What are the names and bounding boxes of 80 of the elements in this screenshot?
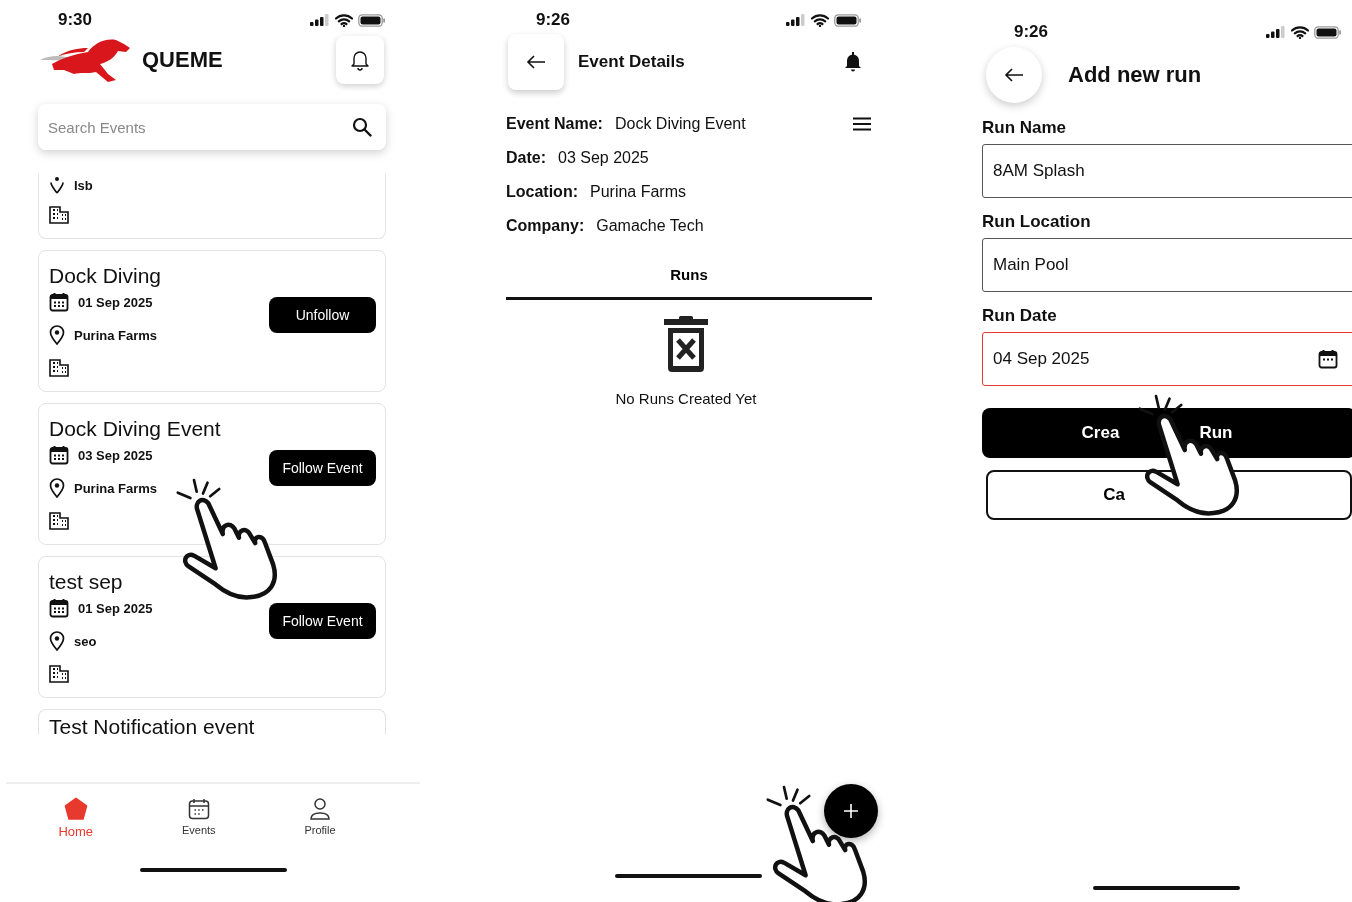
- signal-icon: [1266, 26, 1286, 38]
- create-run-button[interactable]: Crea Run: [982, 408, 1352, 458]
- calendar-icon: [186, 797, 211, 821]
- event-date: 01 Sep 2025: [78, 600, 153, 616]
- event-title: Dock Diving Event: [49, 416, 222, 442]
- field-label: Company:: [506, 217, 585, 235]
- menu-icon[interactable]: [852, 117, 872, 131]
- search-icon: [352, 117, 372, 137]
- field-label: Date:: [506, 149, 546, 167]
- plus-icon: [844, 804, 858, 818]
- calendar-icon[interactable]: [1318, 349, 1338, 369]
- event-location: Purina Farms: [74, 480, 158, 496]
- notification-button[interactable]: [336, 36, 384, 84]
- calendar-icon: [49, 598, 69, 618]
- location-pin-icon: [49, 478, 65, 498]
- battery-icon: [1314, 25, 1342, 39]
- field-value: 03 Sep 2025: [558, 149, 650, 167]
- event-title: test sep: [49, 569, 124, 595]
- bell-icon: [350, 49, 370, 71]
- event-card[interactable]: Dock Diving 01 Sep 2025 Purina Farms Unfollow: [38, 250, 386, 392]
- field-label: Event Name:: [506, 115, 603, 133]
- screen-title: Add new run: [1068, 62, 1202, 88]
- follow-button[interactable]: Follow Event: [269, 603, 376, 639]
- event-date: 01 Sep 2025: [78, 294, 153, 310]
- person-icon: [308, 797, 332, 821]
- date-field[interactable]: 04 Sep 2025: [982, 332, 1352, 386]
- back-arrow-icon: [1004, 68, 1024, 82]
- back-arrow-icon: [526, 55, 546, 69]
- screen-title: Event Details: [578, 52, 686, 72]
- wifi-icon: [1291, 25, 1309, 39]
- event-location: Isb: [74, 177, 93, 193]
- nav-tab[interactable]: Home: [52, 796, 100, 840]
- field-label: Run Date: [982, 306, 1058, 326]
- nav-tab[interactable]: Events: [175, 796, 222, 840]
- wifi-icon: [811, 13, 829, 27]
- search-field[interactable]: Search Events: [38, 104, 386, 150]
- calendar-icon: [49, 292, 69, 312]
- follow-button[interactable]: Follow Event: [269, 450, 376, 486]
- signal-icon: [786, 14, 806, 26]
- battery-icon: [834, 13, 862, 27]
- location-pin-icon: [49, 325, 65, 345]
- app-name: QUEME: [142, 47, 224, 73]
- event-date: 03 Sep 2025: [78, 447, 153, 463]
- building-icon: [49, 512, 69, 530]
- wifi-icon: [335, 13, 353, 27]
- bell-icon[interactable]: [844, 52, 862, 72]
- battery-icon: [358, 13, 386, 27]
- field-label: Run Name: [982, 118, 1068, 138]
- text-field[interactable]: Main Pool: [982, 238, 1352, 292]
- calendar-icon: [49, 445, 69, 465]
- event-location: seo: [74, 633, 97, 649]
- status-time: 9:26: [536, 10, 571, 30]
- field-label: Run Location: [982, 212, 1092, 232]
- event-card[interactable]: Test Notification event: [38, 709, 386, 734]
- event-card[interactable]: Isb: [38, 174, 386, 239]
- signal-icon: [310, 14, 330, 26]
- empty-message: No Runs Created Yet: [615, 390, 757, 407]
- back-button[interactable]: [986, 47, 1042, 103]
- status-time: 9:26: [1014, 22, 1049, 42]
- add-button[interactable]: [824, 784, 878, 838]
- text-field[interactable]: 8AM Splash: [982, 144, 1352, 198]
- status-time: 9:30: [58, 10, 93, 30]
- field-value: Purina Farms: [590, 183, 688, 201]
- building-icon: [49, 665, 69, 683]
- event-location: Purina Farms: [74, 327, 158, 343]
- building-icon: [49, 359, 69, 377]
- nav-tab[interactable]: Profile: [298, 796, 342, 840]
- home-icon: [63, 797, 88, 821]
- runs-tab[interactable]: Runs: [506, 260, 872, 300]
- event-title: Test Notification event: [49, 714, 256, 734]
- field-value: Gamache Tech: [596, 217, 705, 235]
- follow-button[interactable]: Unfollow: [269, 297, 376, 333]
- field-label: Location:: [506, 183, 578, 201]
- trash-x-icon: [664, 316, 708, 372]
- back-button[interactable]: [508, 34, 564, 90]
- event-title: Dock Diving: [49, 263, 163, 289]
- building-icon: [49, 206, 69, 224]
- location-pin-icon: [49, 176, 65, 194]
- field-value: Dock Diving Event: [614, 115, 747, 133]
- location-pin-icon: [49, 631, 65, 651]
